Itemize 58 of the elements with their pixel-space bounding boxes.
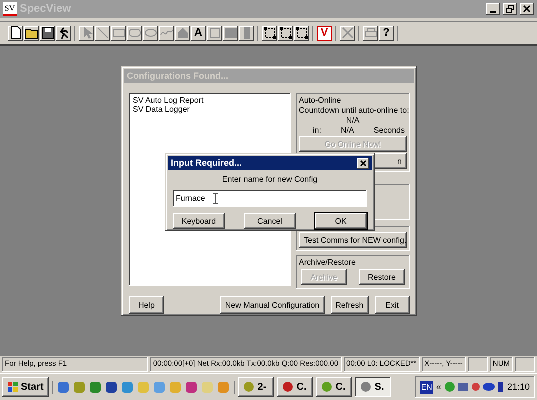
list-item[interactable]: SV Data Logger	[133, 105, 287, 114]
app-icon	[320, 381, 333, 393]
dialog-button[interactable]: Exit	[374, 296, 410, 314]
seconds-label: Seconds	[374, 126, 405, 135]
dialog-title: Input Required...	[171, 158, 243, 168]
save-icon[interactable]	[40, 26, 55, 40]
list-item[interactable]: SV Auto Log Report	[133, 96, 287, 105]
group-label: Auto-Online	[299, 96, 342, 105]
quick-launch-icon[interactable]	[56, 380, 70, 394]
restore-icon	[506, 5, 514, 13]
letter-icon[interactable]: V	[317, 26, 332, 40]
language-indicator[interactable]: EN	[420, 380, 434, 394]
dialog-button[interactable]: New Manual Configuration	[220, 296, 325, 314]
quick-launch-icon[interactable]	[104, 380, 118, 394]
new-file-icon[interactable]	[8, 26, 23, 40]
dialog-button[interactable]: Cancel	[244, 213, 296, 229]
show-hidden-icons[interactable]: «	[436, 382, 442, 392]
name-input-field[interactable]: Furnace	[173, 190, 367, 207]
restore-button[interactable]	[503, 3, 517, 15]
close-icon	[523, 5, 531, 13]
tray-icons[interactable]	[444, 381, 504, 393]
dialog-button[interactable]: OK	[315, 213, 367, 229]
clock: 21:10	[507, 382, 530, 392]
countdown-label: Countdown until auto-online to:	[299, 106, 407, 115]
app-icon	[282, 381, 294, 393]
taskbar-button[interactable]: S.	[354, 377, 391, 397]
grid-icon[interactable]	[278, 26, 293, 40]
test-comms-button[interactable]: Test Comms for NEW config.	[299, 232, 407, 248]
taskbar-button[interactable]: C.	[316, 377, 352, 397]
close-button[interactable]	[357, 158, 369, 168]
taskbar-button[interactable]: C.	[276, 377, 313, 397]
target-text: N/A	[345, 116, 361, 125]
app-icon	[360, 381, 372, 393]
running-figure-icon[interactable]	[56, 26, 71, 40]
group-label: Archive/Restore	[299, 258, 357, 267]
seconds-value: N/A	[340, 126, 354, 135]
windows-logo-icon	[7, 381, 19, 393]
restore-button[interactable]: Restore	[359, 269, 405, 285]
text-cursor-icon	[213, 193, 218, 204]
help-icon[interactable]: ?	[379, 26, 394, 40]
minimize-button[interactable]	[486, 3, 500, 15]
quick-launch-icon[interactable]	[184, 380, 198, 394]
prompt-text: Enter name for new Config	[221, 175, 319, 184]
grid-icon[interactable]	[294, 26, 309, 40]
dialog-button[interactable]: Refresh	[330, 296, 369, 314]
open-folder-icon[interactable]	[24, 26, 39, 40]
app-logo: SV	[3, 2, 17, 16]
in-label: in:	[313, 126, 322, 135]
start-button[interactable]: Start	[2, 377, 49, 397]
taskbar-button[interactable]: 2-	[238, 377, 274, 397]
text-tool-icon[interactable]: A	[191, 26, 206, 40]
app-icon	[242, 381, 255, 393]
close-button[interactable]	[520, 3, 534, 15]
grid-icon[interactable]	[262, 26, 277, 40]
dialog-button[interactable]: Help	[129, 296, 164, 314]
quick-launch-icon[interactable]	[88, 380, 102, 394]
dialog-button[interactable]: Keyboard	[173, 213, 225, 229]
close-icon	[360, 160, 366, 166]
